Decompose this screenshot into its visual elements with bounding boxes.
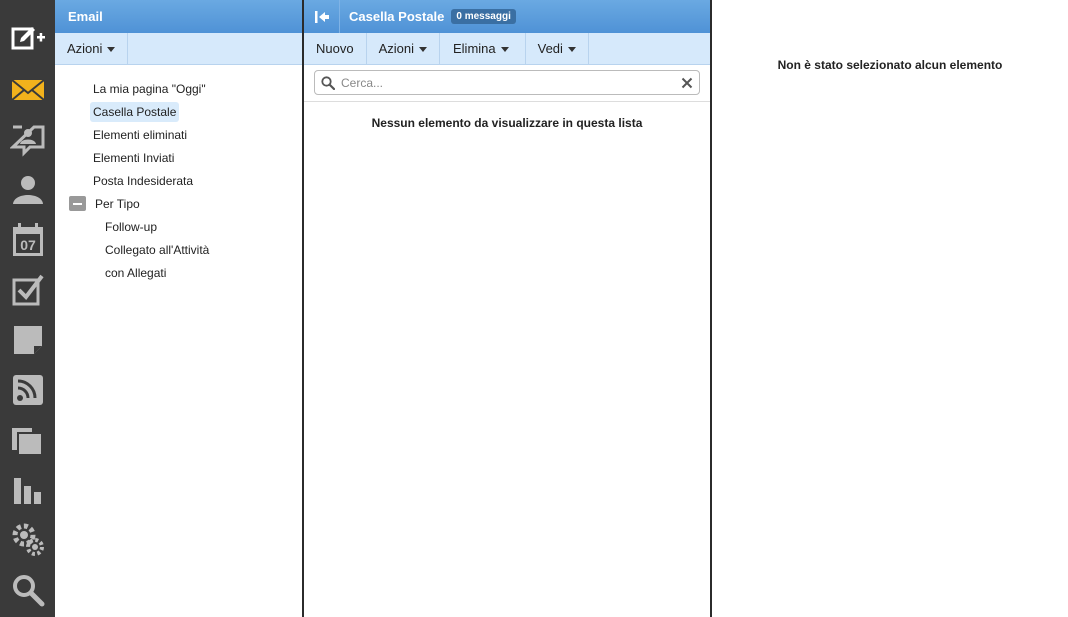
reports-nav-button[interactable] [0, 465, 55, 515]
chevron-down-icon [500, 46, 509, 52]
folder-label: Collegato all'Attività [105, 242, 210, 257]
folder-label: Posta Indesiderata [93, 173, 194, 188]
list-actions-label: Azioni [378, 41, 414, 56]
search-input[interactable] [341, 75, 681, 90]
collapse-left-icon [314, 10, 329, 23]
message-count-badge: 0 messaggi [451, 9, 516, 24]
tasks-icon [12, 274, 44, 306]
folder-label: Casella Postale [90, 101, 180, 122]
folders-titlebar: Email [55, 0, 302, 33]
files-icon [11, 428, 43, 456]
list-toolbar: Nuovo Azioni Elimina Vedi [304, 33, 710, 65]
calendar-nav-button[interactable]: 07 [0, 215, 55, 265]
folders-toolbar: Azioni [55, 33, 302, 65]
no-selection-message: Non è stato selezionato alcun elemento [777, 58, 1003, 72]
compose-icon [11, 27, 45, 50]
folder-item-attachments[interactable]: con Allegati [55, 261, 302, 284]
folder-item-junk[interactable]: Posta Indesiderata [55, 169, 302, 192]
delete-button[interactable]: Elimina [440, 33, 526, 64]
mail-icon [10, 79, 45, 101]
files-nav-button[interactable] [0, 415, 55, 465]
folder-label: La mia pagina "Oggi" [93, 81, 206, 96]
folder-label: Elementi eliminati [93, 127, 188, 142]
delete-label: Elimina [453, 41, 496, 56]
folder-group-label: Per Tipo [95, 196, 140, 211]
folder-tree: La mia pagina "Oggi" Casella Postale Ele… [55, 65, 302, 284]
collapse-panel-button[interactable] [304, 0, 340, 33]
folder-label: Follow-up [105, 219, 158, 234]
new-button[interactable]: Nuovo [304, 33, 367, 64]
folder-item-linked-activity[interactable]: Collegato all'Attività [55, 238, 302, 261]
folders-actions-button[interactable]: Azioni [55, 33, 129, 64]
folder-label: con Allegati [105, 265, 167, 280]
notes-nav-button[interactable] [0, 315, 55, 365]
chevron-down-icon [107, 46, 116, 52]
folder-item-deleted[interactable]: Elementi eliminati [55, 123, 302, 146]
reading-pane: Non è stato selezionato alcun elemento [712, 0, 1068, 617]
empty-list-message: Nessun elemento da visualizzare in quest… [371, 116, 643, 130]
calendar-day-text: 07 [20, 237, 36, 253]
chat-nav-button[interactable] [0, 115, 55, 165]
mail-nav-button[interactable] [0, 65, 55, 115]
view-button[interactable]: Vedi [526, 33, 589, 64]
list-actions-button[interactable]: Azioni [367, 33, 440, 64]
calendar-icon: 07 [12, 223, 43, 256]
notes-icon [13, 326, 42, 354]
folder-item-followup[interactable]: Follow-up [55, 215, 302, 238]
settings-icon [12, 523, 44, 556]
folders-title: Email [68, 9, 103, 24]
list-titlebar: Casella Postale 0 messaggi [304, 0, 710, 33]
search-box [314, 70, 700, 95]
folders-actions-label: Azioni [67, 41, 103, 56]
reports-icon [13, 478, 41, 504]
clear-icon[interactable] [681, 77, 693, 89]
message-list-panel: Casella Postale 0 messaggi Nuovo Azioni … [304, 0, 710, 617]
folder-label: Elementi Inviati [93, 150, 175, 165]
chat-icon [9, 125, 44, 157]
app-nav-rail: 07 [0, 0, 55, 617]
rss-nav-button[interactable] [0, 365, 55, 415]
folders-panel: Email Azioni La mia pagina "Oggi" Casell… [55, 0, 302, 617]
collapse-icon[interactable] [69, 196, 86, 211]
folder-item-today[interactable]: La mia pagina "Oggi" [55, 77, 302, 100]
compose-button[interactable] [0, 15, 55, 65]
search-icon [321, 75, 335, 90]
search-nav-button[interactable] [0, 565, 55, 615]
view-label: Vedi [537, 41, 563, 56]
contacts-icon [12, 176, 43, 204]
rss-icon [12, 375, 43, 405]
contacts-nav-button[interactable] [0, 165, 55, 215]
search-bar [304, 65, 710, 102]
folder-group-by-type[interactable]: Per Tipo [55, 192, 302, 215]
tasks-nav-button[interactable] [0, 265, 55, 315]
settings-nav-button[interactable] [0, 515, 55, 565]
chevron-down-icon [419, 46, 427, 52]
new-label: Nuovo [316, 41, 354, 56]
search-icon [12, 575, 44, 607]
list-title: Casella Postale [349, 9, 445, 24]
chevron-down-icon [567, 46, 576, 52]
folder-item-sent[interactable]: Elementi Inviati [55, 146, 302, 169]
folder-item-inbox[interactable]: Casella Postale [55, 100, 302, 123]
